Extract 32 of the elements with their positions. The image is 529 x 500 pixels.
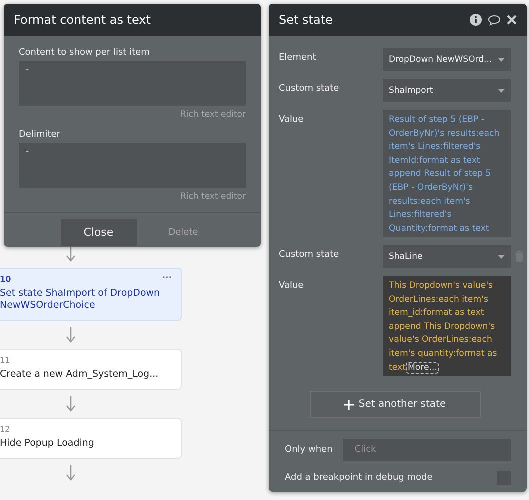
field-label: Content to show per list item [19,48,151,58]
step-title: Set state ShaImport of DropDown NewWSOrderChoice [0,288,162,312]
close-button[interactable]: Close [60,219,137,246]
step-number: 12 [0,425,10,435]
step-number: 10 [0,275,12,285]
dropdown[interactable]: ShaImport [383,79,511,102]
dropdown[interactable]: ShaLine [383,245,511,268]
workflow-step-card[interactable]: 10 Set state ShaImport of DropDown NewWSOrderChoice ... [0,268,182,321]
dropdown[interactable]: DropDown NewWSOrd... [383,48,511,71]
condition-field[interactable]: Click [342,439,511,461]
field-label: Only when [285,445,333,455]
workflow-step-card[interactable]: 11 Create a new Adm_System_Log... [0,349,182,390]
field-label: Value [279,114,305,125]
more-link[interactable]: More... [406,362,440,374]
text-area[interactable]: - [19,61,246,106]
checkbox-label: Add a breakpoint in debug mode [285,473,433,483]
expression-field[interactable]: This Dropdown's value's OrderLines:each item's item_id:format as text append This Dropdown's value's OrderLines:each item's quantity:format as text More... [383,276,511,376]
workflow-step-card[interactable]: 12 Hide Popup Loading [0,418,182,459]
more-menu[interactable]: ... [162,271,172,281]
text-area[interactable]: - [19,143,246,188]
field-label: Delimiter [19,130,62,140]
panel-title: Format content as text [14,13,151,27]
step-number: 11 [0,356,10,366]
step-title: Hide Popup Loading [0,438,96,450]
set-another-state-button[interactable]: Set another state [310,391,480,418]
field-label: Element [279,52,318,63]
field-label: Custom state [279,83,340,94]
step-title: Create a new Adm_System_Log... [0,369,160,381]
panel-title: Set state [279,13,333,27]
field-label: Value [279,280,305,291]
expression-field[interactable]: Result of step 5 (EBP - OrderByNr)'s results:each item's Lines:filtered's ItemId:format as text append Result of step 5 (EBP - OrderByNr)'s results:each item's Lines:filtered's Quantity:format as text [383,110,511,237]
field-label: Custom state [279,249,340,260]
